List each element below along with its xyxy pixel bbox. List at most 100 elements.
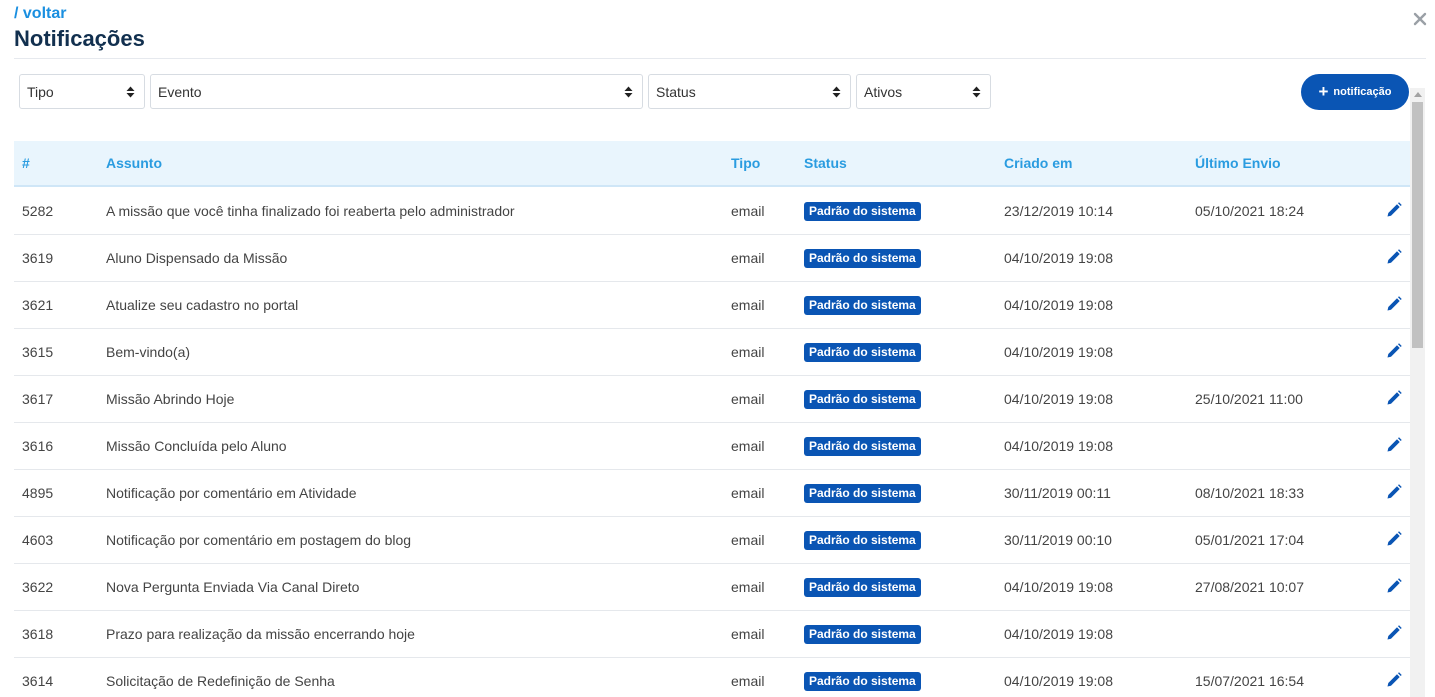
cell-id: 4603 bbox=[22, 532, 54, 548]
cell-criado: 04/10/2019 19:08 bbox=[1004, 626, 1113, 642]
status-badge: Padrão do sistema bbox=[804, 296, 921, 315]
cell-tipo: email bbox=[731, 391, 765, 407]
close-icon[interactable] bbox=[1411, 10, 1429, 28]
cell-id: 5282 bbox=[22, 203, 54, 219]
col-header-id[interactable]: # bbox=[22, 155, 30, 171]
cell-criado: 04/10/2019 19:08 bbox=[1004, 297, 1113, 313]
status-badge: Padrão do sistema bbox=[804, 202, 921, 221]
new-notification-button[interactable]: + notificação bbox=[1301, 74, 1409, 110]
status-badge: Padrão do sistema bbox=[804, 531, 921, 550]
pencil-icon[interactable] bbox=[1386, 390, 1402, 406]
table-row[interactable]: 3616 Missão Concluída pelo Aluno email Padr… bbox=[14, 423, 1410, 470]
cell-criado: 04/10/2019 19:08 bbox=[1004, 673, 1113, 689]
cell-tipo: email bbox=[731, 297, 765, 313]
cell-envio: 05/01/2021 17:04 bbox=[1195, 532, 1304, 548]
cell-tipo: email bbox=[731, 344, 765, 360]
cell-assunto: Notificação por comentário em Atividade bbox=[106, 485, 357, 501]
ativos-filter-select[interactable]: Ativos bbox=[856, 74, 991, 109]
cell-criado: 04/10/2019 19:08 bbox=[1004, 438, 1113, 454]
cell-assunto: Notificação por comentário em postagem d… bbox=[106, 532, 412, 548]
status-badge: Padrão do sistema bbox=[804, 249, 921, 268]
col-header-status[interactable]: Status bbox=[804, 155, 847, 171]
col-header-envio[interactable]: Último Envio bbox=[1195, 155, 1281, 171]
pencil-icon[interactable] bbox=[1386, 343, 1402, 359]
cell-assunto: Solicitação de Redefinição de Senha bbox=[106, 673, 335, 689]
tipo-filter-select[interactable]: Tipo bbox=[19, 74, 145, 109]
cell-envio: 27/08/2021 10:07 bbox=[1195, 579, 1304, 595]
status-filter-select[interactable]: Status bbox=[648, 74, 851, 109]
pencil-icon[interactable] bbox=[1386, 672, 1402, 688]
status-badge: Padrão do sistema bbox=[804, 437, 921, 456]
cell-criado: 04/10/2019 19:08 bbox=[1004, 579, 1113, 595]
cell-criado: 04/10/2019 19:08 bbox=[1004, 250, 1113, 266]
table-row[interactable]: 3614 Solicitação de Redefinição de Senha e… bbox=[14, 658, 1410, 697]
cell-tipo: email bbox=[731, 438, 765, 454]
table-row[interactable]: 3619 Aluno Dispensado da Missão email Padrã… bbox=[14, 235, 1410, 282]
scroll-thumb[interactable] bbox=[1412, 102, 1423, 348]
cell-tipo: email bbox=[731, 250, 765, 266]
table-header: # Assunto Tipo Status Criado em Último E… bbox=[14, 141, 1410, 187]
status-badge: Padrão do sistema bbox=[804, 484, 921, 503]
page-title: Notificações bbox=[14, 26, 145, 51]
cell-id: 3615 bbox=[22, 344, 54, 360]
col-header-assunto[interactable]: Assunto bbox=[106, 155, 162, 171]
pencil-icon[interactable] bbox=[1386, 202, 1402, 218]
cell-id: 3614 bbox=[22, 673, 54, 689]
table-row[interactable]: 3617 Missão Abrindo Hoje email Padrão do si… bbox=[14, 376, 1410, 423]
cell-tipo: email bbox=[731, 203, 765, 219]
cell-assunto: Prazo para realização da missão encerran… bbox=[106, 626, 415, 642]
col-header-tipo[interactable]: Tipo bbox=[731, 155, 760, 171]
scroll-up-arrow[interactable] bbox=[1414, 92, 1422, 97]
cell-criado: 30/11/2019 00:11 bbox=[1004, 485, 1111, 501]
evento-filter-label: Evento bbox=[158, 84, 202, 100]
cell-id: 3616 bbox=[22, 438, 54, 454]
pencil-icon[interactable] bbox=[1386, 249, 1402, 265]
notifications-table: # Assunto Tipo Status Criado em Último E… bbox=[14, 141, 1410, 697]
sort-caret-icon bbox=[972, 86, 981, 98]
col-header-criado[interactable]: Criado em bbox=[1004, 155, 1072, 171]
plus-icon: + bbox=[1318, 82, 1329, 101]
pencil-icon[interactable] bbox=[1386, 578, 1402, 594]
cell-id: 3622 bbox=[22, 579, 54, 595]
cell-id: 3619 bbox=[22, 250, 54, 266]
table-row[interactable]: 3622 Nova Pergunta Enviada Via Canal Dire… bbox=[14, 564, 1410, 611]
header-divider bbox=[14, 58, 1426, 59]
cell-id: 3618 bbox=[22, 626, 54, 642]
cell-envio: 15/07/2021 16:54 bbox=[1195, 673, 1304, 689]
cell-envio: 08/10/2021 18:33 bbox=[1195, 485, 1304, 501]
evento-filter-select[interactable]: Evento bbox=[150, 74, 643, 109]
cell-criado: 04/10/2019 19:08 bbox=[1004, 391, 1113, 407]
status-badge: Padrão do sistema bbox=[804, 578, 921, 597]
cell-assunto: Atualize seu cadastro no portal bbox=[106, 297, 299, 313]
table-row[interactable]: 5282 A missão que você tinha finalizado f… bbox=[14, 188, 1410, 235]
pencil-icon[interactable] bbox=[1386, 531, 1402, 547]
pencil-icon[interactable] bbox=[1386, 437, 1402, 453]
table-row[interactable]: 3621 Atualize seu cadastro no portal email… bbox=[14, 282, 1410, 329]
table-row[interactable]: 3615 Bem-vindo(a) email Padrão do sistema 04… bbox=[14, 329, 1410, 376]
cell-id: 3621 bbox=[22, 297, 54, 313]
status-badge: Padrão do sistema bbox=[804, 390, 921, 409]
cell-tipo: email bbox=[731, 673, 765, 689]
status-badge: Padrão do sistema bbox=[804, 343, 921, 362]
scrollbar[interactable] bbox=[1410, 88, 1425, 697]
pencil-icon[interactable] bbox=[1386, 484, 1402, 500]
back-link[interactable]: / voltar bbox=[14, 5, 66, 23]
pencil-icon[interactable] bbox=[1386, 625, 1402, 641]
cell-assunto: Nova Pergunta Enviada Via Canal Direto bbox=[106, 579, 360, 595]
cell-assunto: Missão Abrindo Hoje bbox=[106, 391, 235, 407]
tipo-filter-label: Tipo bbox=[27, 84, 54, 100]
cell-id: 4895 bbox=[22, 485, 54, 501]
table-row[interactable]: 3618 Prazo para realização da missão ence… bbox=[14, 611, 1410, 658]
pencil-icon[interactable] bbox=[1386, 296, 1402, 312]
cell-tipo: email bbox=[731, 485, 765, 501]
table-row[interactable]: 4895 Notificação por comentário em Ativid… bbox=[14, 470, 1410, 517]
cell-tipo: email bbox=[731, 626, 765, 642]
table-row[interactable]: 4603 Notificação por comentário em postag… bbox=[14, 517, 1410, 564]
status-filter-label: Status bbox=[656, 84, 696, 100]
cell-assunto: Missão Concluída pelo Aluno bbox=[106, 438, 287, 454]
cell-criado: 04/10/2019 19:08 bbox=[1004, 344, 1113, 360]
cell-tipo: email bbox=[731, 532, 765, 548]
sort-caret-icon bbox=[624, 86, 633, 98]
cell-assunto: Bem-vindo(a) bbox=[106, 344, 191, 360]
sort-caret-icon bbox=[126, 86, 135, 98]
